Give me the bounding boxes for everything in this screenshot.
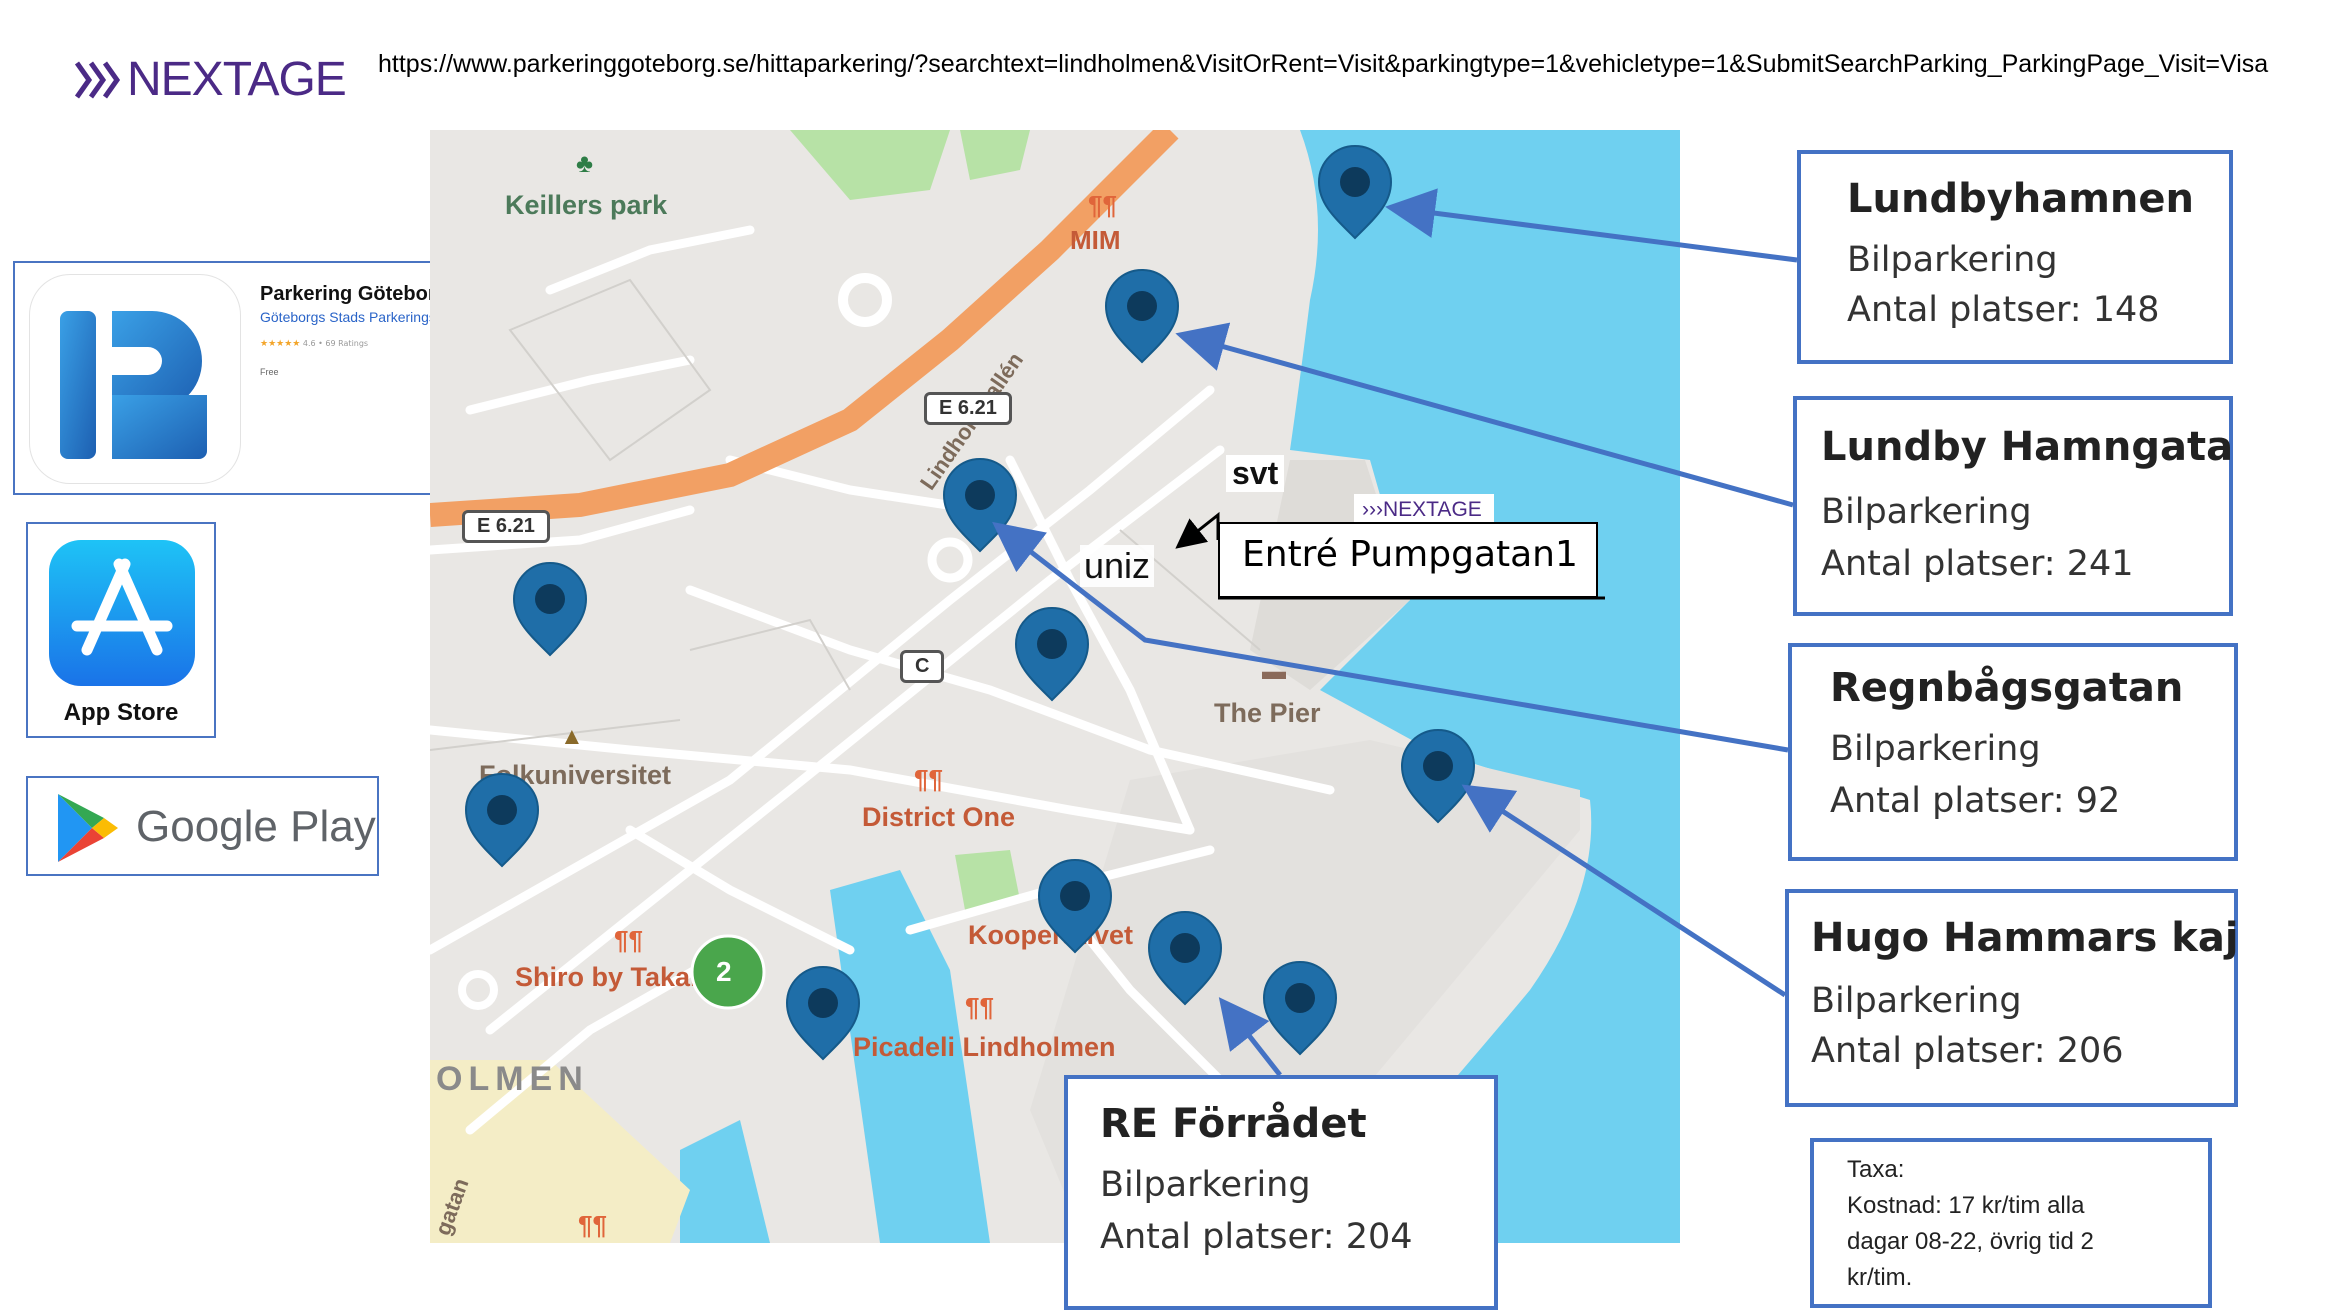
entrance-callout: Entré Pumpgatan1 [1218, 522, 1598, 598]
road-shield-c: C [900, 650, 945, 683]
parking-name: RE Förrådet [1100, 1101, 1367, 1147]
app-rating: ★★★★★ 4.6 • 69 Ratings [260, 339, 369, 349]
nextage-logo: NEXTAGE [75, 52, 347, 107]
parking-info-box: Lundbyhamnen Bilparkering Antal platser:… [1797, 150, 2233, 364]
taxa-box: Taxa: Kostnad: 17 kr/tim alla dagar 08-2… [1810, 1138, 2212, 1308]
app-store-badge[interactable]: App Store [26, 522, 216, 738]
logo-text: NEXTAGE [127, 53, 347, 106]
parking-type: Bilparkering [1847, 240, 2058, 280]
app-store-icon [49, 540, 195, 686]
chevrons-icon [75, 61, 121, 98]
school-icon: ▲ [560, 723, 584, 750]
parking-type: Bilparkering [1100, 1165, 1311, 1205]
google-play-icon [58, 794, 118, 862]
parking-spots: Antal platser: 206 [1811, 1031, 2124, 1071]
place-district-one: District One [862, 802, 1016, 832]
taxa-line: kr/tim. [1847, 1264, 1913, 1291]
place-shiro: Shiro by Takar [515, 962, 701, 992]
place-folkuniversitet: Folkuniversitet [479, 760, 672, 790]
parking-type: Bilparkering [1811, 981, 2022, 1021]
parking-info-box: Hugo Hammars kaj Bilparkering Antal plat… [1785, 889, 2239, 1107]
road-shield-e621: E 6.21 [462, 510, 550, 543]
place-picadeli: Picadeli Lindholmen [853, 1032, 1116, 1062]
parking-name: Regnbågsgatan [1830, 665, 2184, 711]
app-price: Free [260, 367, 279, 377]
cluster-count: 2 [716, 956, 732, 987]
parking-info-box: Lundby Hamngata Bilparkering Antal plats… [1793, 396, 2233, 616]
restaurant-icon: ¶¶ [965, 992, 994, 1022]
google-play-label: Google Play [136, 802, 376, 851]
parking-spots: Antal platser: 92 [1830, 781, 2121, 821]
parking-spots: Antal platser: 148 [1847, 290, 2160, 330]
hotel-icon: ▬ [1262, 658, 1286, 685]
parking-name: Lundby Hamngata [1821, 424, 2234, 470]
parking-name: Lundbyhamnen [1847, 176, 2195, 222]
place-keillers: Keillers park [505, 190, 668, 220]
app-developer[interactable]: Göteborgs Stads Parkerings AB [260, 309, 458, 325]
place-the-pier: The Pier [1214, 698, 1321, 728]
district-olmen: OLMEN [436, 1060, 589, 1098]
restaurant-icon: ¶¶ [914, 764, 943, 794]
app-store-label: App Store [63, 699, 179, 726]
parking-info-box: RE Förrådet Bilparkering Antal platser: … [1064, 1075, 1498, 1310]
place-mim: MIM [1070, 225, 1121, 255]
taxa-line: dagar 08-22, övrig tid 2 [1847, 1228, 2094, 1255]
restaurant-icon: ¶¶ [1088, 190, 1117, 220]
parking-type: Bilparkering [1821, 492, 2032, 532]
road-shield-e621: E 6.21 [924, 392, 1012, 425]
taxa-line: Kostnad: 17 kr/tim alla [1847, 1192, 2085, 1219]
uniz-logo: uniz [1080, 545, 1155, 587]
place-kooperativet: Kooperativet [968, 920, 1134, 950]
url-text[interactable]: https://www.parkeringgoteborg.se/hittapa… [378, 50, 2268, 79]
parking-spots: Antal platser: 241 [1821, 544, 2134, 584]
restaurant-icon: ¶¶ [578, 1210, 607, 1240]
parking-info-box: Regnbågsgatan Bilparkering Antal platser… [1788, 643, 2238, 861]
parking-type: Bilparkering [1830, 729, 2041, 769]
google-play-badge[interactable]: Google Play [26, 776, 379, 876]
parking-spots: Antal platser: 204 [1100, 1217, 1413, 1257]
restaurant-icon: ¶¶ [614, 925, 643, 955]
tree-icon: ♣ [576, 148, 594, 178]
parking-name: Hugo Hammars kaj [1811, 915, 2239, 961]
app-icon[interactable] [30, 275, 240, 483]
svt-logo: svt [1226, 455, 1285, 492]
taxa-heading: Taxa: [1847, 1156, 1905, 1183]
